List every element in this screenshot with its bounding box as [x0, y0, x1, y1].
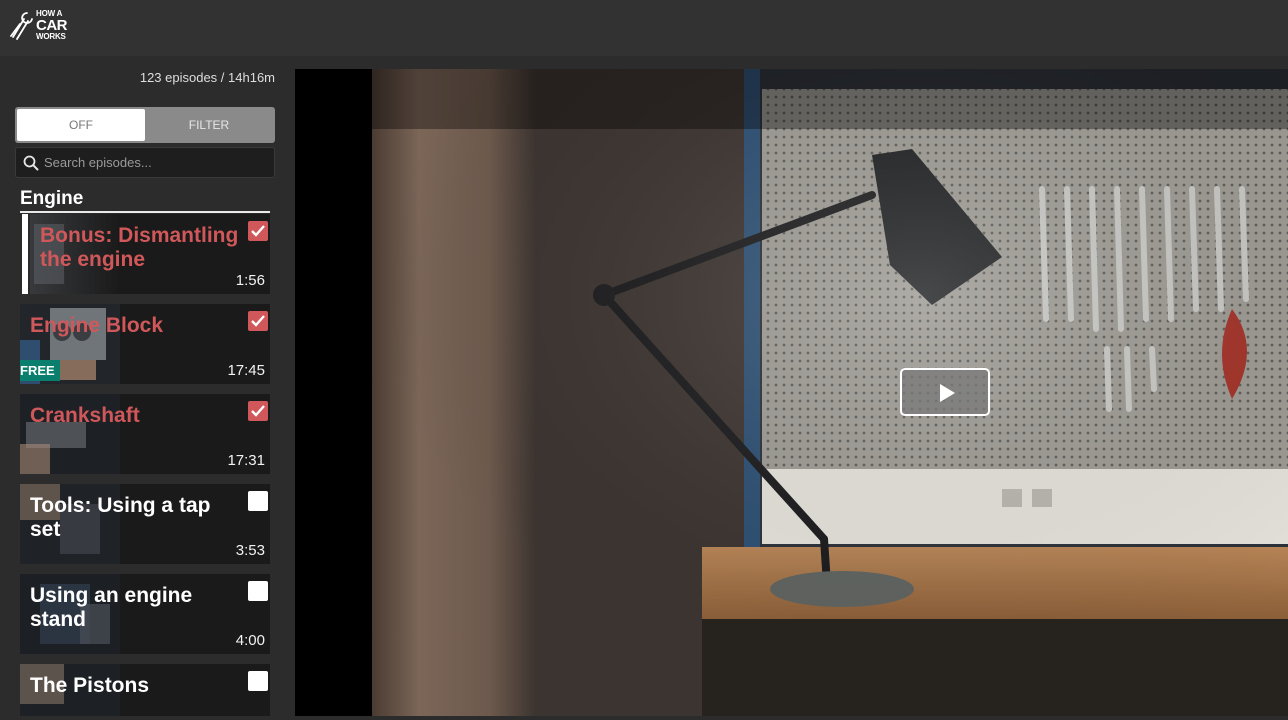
toggle-filter-option[interactable]: FILTER	[145, 109, 273, 141]
watched-checkbox[interactable]	[248, 401, 268, 421]
logo-line-3: WORKS	[36, 32, 66, 41]
watched-checkbox[interactable]	[248, 581, 268, 601]
play-icon	[940, 384, 955, 402]
episode-title: Crankshaft	[30, 404, 140, 427]
episode-duration: 3:53	[235, 542, 265, 559]
episode-duration: 17:31	[227, 452, 265, 469]
episode-duration: 4:00	[235, 632, 265, 649]
search-box	[15, 147, 275, 178]
play-button[interactable]	[900, 368, 990, 416]
toggle-off-option[interactable]: OFF	[17, 109, 145, 141]
episode-duration: 17:45	[227, 362, 265, 379]
logo-line-2: CAR	[36, 17, 68, 34]
checkmark-icon	[251, 315, 265, 327]
episode-title: Using an engine stand	[30, 584, 193, 631]
video-poster	[372, 69, 1288, 716]
episode-item[interactable]: Bonus: Dismantling the engine 1:56	[20, 214, 270, 294]
episode-duration: 1:56	[235, 272, 265, 289]
checkmark-icon	[251, 225, 265, 237]
wrench-icon	[10, 12, 33, 40]
watched-checkbox[interactable]	[248, 671, 268, 691]
logo-text: HOW A CAR WORKS	[36, 10, 68, 41]
free-badge: FREE	[20, 360, 60, 381]
checkmark-icon	[251, 405, 265, 417]
logo[interactable]: HOW A CAR WORKS	[10, 8, 74, 44]
episode-item[interactable]: Using an engine stand 4:00	[20, 574, 270, 654]
search-icon	[23, 155, 39, 171]
watched-checkbox[interactable]	[248, 311, 268, 331]
top-bar: HOW A CAR WORKS	[0, 0, 1288, 56]
episode-item[interactable]: Crankshaft 17:31	[20, 394, 270, 474]
episode-item[interactable]: Tools: Using a tap set 3:53	[20, 484, 270, 564]
episode-sidebar: 123 episodes / 14h16m OFF FILTER Engine …	[0, 56, 290, 720]
section-title: Engine	[20, 188, 84, 209]
episode-item[interactable]: The Pistons	[20, 664, 270, 716]
episode-title: Engine Block	[30, 314, 164, 337]
filter-toggle[interactable]: OFF FILTER	[15, 107, 275, 143]
watched-checkbox[interactable]	[248, 491, 268, 511]
video-player[interactable]	[295, 69, 1288, 716]
section-divider	[20, 211, 270, 213]
episode-title: The Pistons	[30, 674, 150, 697]
episode-title: Tools: Using a tap set	[30, 494, 211, 541]
episode-item[interactable]: Engine Block 17:45 FREE	[20, 304, 270, 384]
watched-checkbox[interactable]	[248, 221, 268, 241]
search-input[interactable]	[44, 148, 270, 177]
episode-count: 123 episodes / 14h16m	[139, 70, 275, 85]
active-indicator	[20, 214, 30, 294]
episode-title: Bonus: Dismantling the engine	[40, 224, 239, 271]
